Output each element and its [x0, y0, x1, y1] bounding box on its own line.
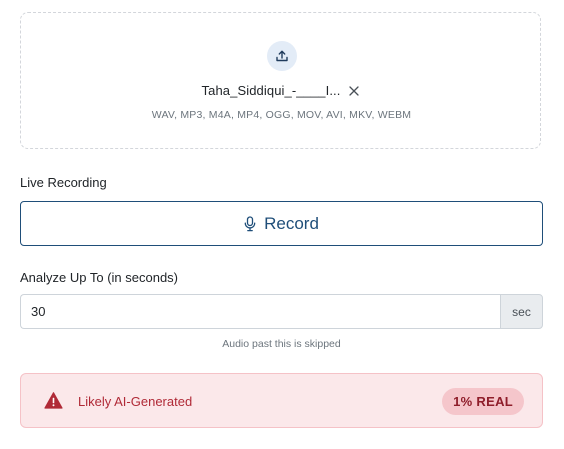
file-name: Taha_Siddiqui_-____I... — [201, 83, 341, 98]
analyze-seconds-group: sec — [20, 294, 543, 329]
result-badge: 1% REAL — [442, 388, 524, 415]
microphone-icon — [244, 215, 256, 232]
supported-formats: WAV, MP3, M4A, MP4, OGG, MOV, AVI, MKV, … — [151, 109, 412, 121]
warning-icon — [44, 391, 63, 410]
seconds-unit: sec — [500, 294, 543, 329]
upload-icon — [267, 41, 297, 71]
record-button[interactable]: Record — [20, 201, 543, 246]
result-text: Likely AI-Generated — [78, 394, 193, 409]
live-recording-label: Live Recording — [20, 175, 107, 190]
analyze-hint: Audio past this is skipped — [222, 338, 341, 350]
analyze-seconds-input[interactable] — [20, 294, 500, 329]
record-button-label: Record — [264, 213, 319, 233]
close-icon[interactable] — [347, 84, 361, 98]
selected-file: Taha_Siddiqui_-____I... — [21, 83, 542, 98]
page: Taha_Siddiqui_-____I... WAV, MP3, M4A, M… — [0, 0, 564, 449]
analyze-label: Analyze Up To (in seconds) — [20, 270, 179, 285]
file-dropzone[interactable]: Taha_Siddiqui_-____I... WAV, MP3, M4A, M… — [20, 12, 541, 149]
result-alert: Likely AI-Generated 1% REAL — [20, 373, 543, 428]
